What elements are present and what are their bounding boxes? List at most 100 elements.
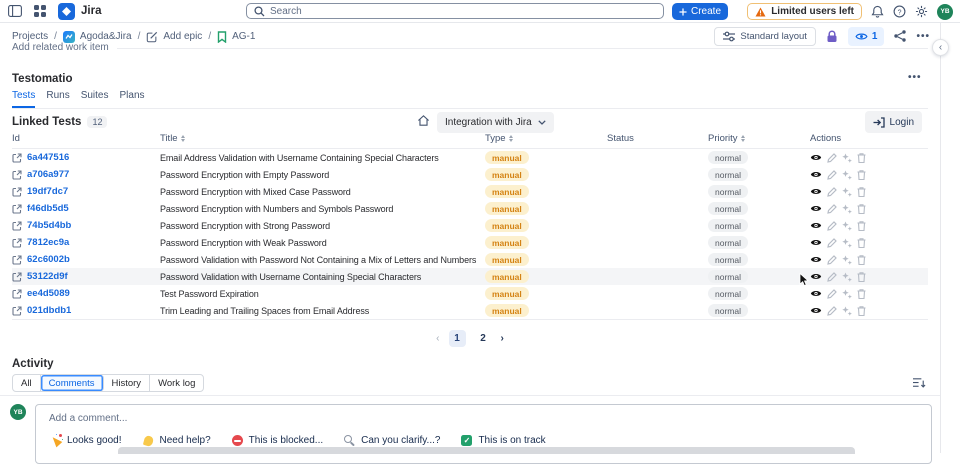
external-link-icon[interactable]	[12, 220, 22, 231]
test-row[interactable]: 7812ec9a Password Encryption with Weak P…	[12, 234, 928, 251]
external-link-icon[interactable]	[12, 237, 22, 248]
test-row[interactable]: 74b5d4bb Password Encryption with Strong…	[12, 217, 928, 234]
quick-reply-button[interactable]: This is blocked...	[231, 434, 323, 447]
external-link-icon[interactable]	[12, 305, 22, 316]
external-link-icon[interactable]	[12, 203, 22, 214]
edit-pencil-button[interactable]	[827, 186, 837, 197]
test-id-link[interactable]: 7812ec9a	[27, 237, 69, 248]
search-input[interactable]	[270, 5, 656, 17]
view-eye-button[interactable]	[810, 289, 822, 298]
breadcrumb-project[interactable]: Agoda&Jira	[62, 30, 132, 43]
ai-sparkles-button[interactable]	[842, 204, 852, 214]
delete-trash-button[interactable]	[857, 237, 866, 248]
test-id-link[interactable]: 021dbdb1	[27, 305, 71, 316]
delete-trash-button[interactable]	[857, 203, 866, 214]
edit-pencil-button[interactable]	[827, 237, 837, 248]
pagination-page-button[interactable]: 1	[448, 330, 466, 347]
test-row[interactable]: 021dbdb1 Trim Leading and Trailing Space…	[12, 302, 928, 319]
header-type[interactable]: Type	[485, 133, 607, 144]
quick-reply-button[interactable]: Looks good!	[49, 434, 122, 447]
view-eye-button[interactable]	[810, 272, 822, 281]
pagination-prev-button[interactable]: ‹	[436, 333, 439, 344]
view-eye-button[interactable]	[810, 204, 822, 213]
notifications-bell-icon[interactable]	[871, 5, 884, 18]
test-id-link[interactable]: f46db5d5	[27, 203, 69, 214]
delete-trash-button[interactable]	[857, 169, 866, 180]
delete-trash-button[interactable]	[857, 271, 866, 282]
header-priority[interactable]: Priority	[708, 133, 810, 144]
testomatio-tab[interactable]: Runs	[46, 90, 69, 108]
activity-tab[interactable]: Comments	[40, 375, 104, 391]
external-link-icon[interactable]	[12, 288, 22, 299]
quick-reply-button[interactable]: Need help?	[142, 434, 211, 447]
ai-sparkles-button[interactable]	[842, 306, 852, 316]
view-eye-button[interactable]	[810, 170, 822, 179]
test-row[interactable]: 53122d9f Password Validation with Userna…	[12, 268, 928, 286]
login-button[interactable]: Login	[864, 111, 922, 133]
delete-trash-button[interactable]	[857, 152, 866, 163]
pagination-page-button[interactable]: 2	[475, 330, 492, 347]
test-row[interactable]: ee4d5089 Test Password Expiration manual…	[12, 285, 928, 302]
view-eye-button[interactable]	[810, 238, 822, 247]
external-link-icon[interactable]	[12, 152, 22, 163]
testomatio-tab[interactable]: Plans	[120, 90, 145, 108]
pagination-next-button[interactable]: ›	[501, 333, 504, 344]
test-id-link[interactable]: 19df7dc7	[27, 186, 68, 197]
header-id[interactable]: Id	[12, 133, 160, 144]
header-status[interactable]: Status	[607, 133, 708, 144]
delete-trash-button[interactable]	[857, 288, 866, 299]
ai-sparkles-button[interactable]	[842, 238, 852, 248]
external-link-icon[interactable]	[12, 271, 22, 282]
testomatio-more-button[interactable]: •••	[908, 72, 922, 83]
collapse-panel-button[interactable]: ‹	[932, 39, 949, 56]
test-id-link[interactable]: 6a447516	[27, 152, 69, 163]
test-id-link[interactable]: 53122d9f	[27, 271, 68, 282]
ai-sparkles-button[interactable]	[842, 272, 852, 282]
edit-pencil-button[interactable]	[827, 254, 837, 265]
create-button[interactable]: Create	[672, 3, 729, 20]
sidebar-toggle-icon[interactable]	[8, 5, 22, 17]
delete-trash-button[interactable]	[857, 305, 866, 316]
delete-trash-button[interactable]	[857, 220, 866, 231]
comment-editor[interactable]: Add a comment... Looks good! Need help? …	[35, 404, 932, 464]
ai-sparkles-button[interactable]	[842, 153, 852, 163]
home-icon[interactable]	[417, 114, 430, 127]
edit-pencil-button[interactable]	[827, 220, 837, 231]
view-eye-button[interactable]	[810, 306, 822, 315]
app-switcher-icon[interactable]	[34, 5, 46, 17]
testomatio-tab[interactable]: Suites	[81, 90, 109, 108]
add-related-work-item[interactable]: Add related work item	[12, 42, 928, 53]
activity-sort-icon[interactable]	[913, 377, 926, 389]
edit-pencil-button[interactable]	[827, 305, 837, 316]
integration-dropdown[interactable]: Integration with Jira	[437, 112, 554, 133]
activity-tab[interactable]: All	[13, 375, 41, 391]
global-search[interactable]	[246, 3, 664, 19]
testomatio-tab[interactable]: Tests	[12, 90, 36, 108]
jira-home-link[interactable]: Jira	[58, 2, 101, 20]
ai-sparkles-button[interactable]	[842, 187, 852, 197]
comment-placeholder[interactable]: Add a comment...	[49, 413, 918, 424]
limited-users-button[interactable]: Limited users left	[747, 3, 862, 20]
external-link-icon[interactable]	[12, 186, 22, 197]
lock-icon[interactable]	[826, 30, 838, 43]
activity-tab[interactable]: Work log	[150, 375, 203, 391]
toolbar-more-button[interactable]: •••	[916, 31, 930, 42]
quick-reply-button[interactable]: Can you clarify...?	[343, 434, 440, 447]
breadcrumb-add-epic[interactable]: Add epic	[146, 31, 202, 43]
ai-sparkles-button[interactable]	[842, 170, 852, 180]
activity-tab[interactable]: History	[104, 375, 151, 391]
view-eye-button[interactable]	[810, 187, 822, 196]
view-eye-button[interactable]	[810, 153, 822, 162]
test-id-link[interactable]: 74b5d4bb	[27, 220, 71, 231]
share-icon[interactable]	[894, 30, 907, 42]
ai-sparkles-button[interactable]	[842, 221, 852, 231]
test-id-link[interactable]: a706a977	[27, 169, 69, 180]
user-avatar[interactable]: YB	[937, 3, 953, 20]
view-eye-button[interactable]	[810, 255, 822, 264]
test-row[interactable]: 19df7dc7 Password Encryption with Mixed …	[12, 183, 928, 200]
ai-sparkles-button[interactable]	[842, 255, 852, 265]
breadcrumb-projects[interactable]: Projects	[12, 31, 48, 42]
delete-trash-button[interactable]	[857, 254, 866, 265]
test-row[interactable]: f46db5d5 Password Encryption with Number…	[12, 200, 928, 217]
edit-pencil-button[interactable]	[827, 152, 837, 163]
